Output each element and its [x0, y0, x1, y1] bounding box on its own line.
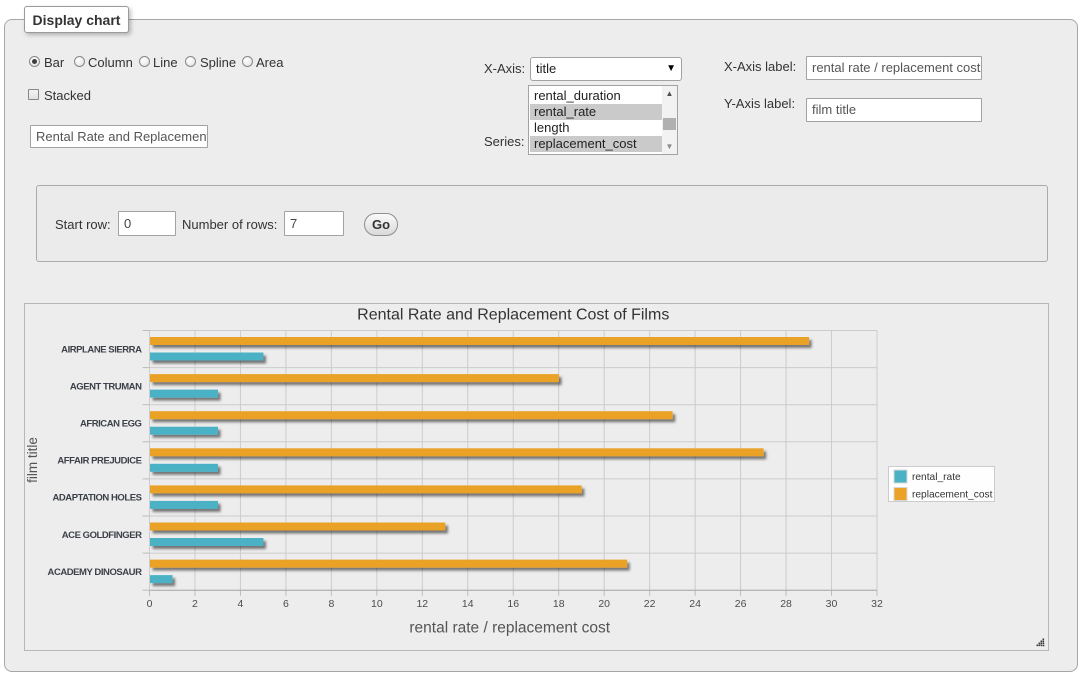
- svg-text:rental_rate: rental_rate: [912, 472, 961, 483]
- svg-text:20: 20: [598, 598, 610, 610]
- svg-text:0: 0: [147, 598, 153, 610]
- svg-text:18: 18: [553, 598, 565, 610]
- svg-text:28: 28: [780, 598, 792, 610]
- svg-text:2: 2: [192, 598, 198, 610]
- svg-text:replacement_cost: replacement_cost: [912, 490, 993, 501]
- svg-text:16: 16: [507, 598, 519, 610]
- svg-text:Rental Rate and Replacement Co: Rental Rate and Replacement Cost of Film…: [357, 307, 669, 324]
- svg-text:rental rate / replacement cost: rental rate / replacement cost: [409, 620, 610, 637]
- svg-text:30: 30: [826, 598, 838, 610]
- svg-text:22: 22: [644, 598, 656, 610]
- svg-text:ADAPTATION HOLES: ADAPTATION HOLES: [52, 493, 141, 504]
- svg-text:AFRICAN EGG: AFRICAN EGG: [80, 419, 142, 430]
- svg-text:AGENT TRUMAN: AGENT TRUMAN: [70, 381, 142, 392]
- svg-text:26: 26: [735, 598, 747, 610]
- svg-text:AIRPLANE SIERRA: AIRPLANE SIERRA: [61, 344, 142, 355]
- svg-text:film title: film title: [25, 437, 40, 483]
- svg-text:32: 32: [871, 598, 883, 610]
- svg-text:4: 4: [238, 598, 244, 610]
- svg-text:ACADEMY DINOSAUR: ACADEMY DINOSAUR: [48, 567, 143, 578]
- svg-text:ACE GOLDFINGER: ACE GOLDFINGER: [62, 530, 142, 541]
- svg-text:14: 14: [462, 598, 474, 610]
- svg-text:6: 6: [283, 598, 289, 610]
- svg-text:8: 8: [328, 598, 334, 610]
- svg-text:24: 24: [689, 598, 701, 610]
- svg-text:10: 10: [371, 598, 383, 610]
- svg-text:AFFAIR PREJUDICE: AFFAIR PREJUDICE: [57, 456, 141, 467]
- svg-text:12: 12: [416, 598, 428, 610]
